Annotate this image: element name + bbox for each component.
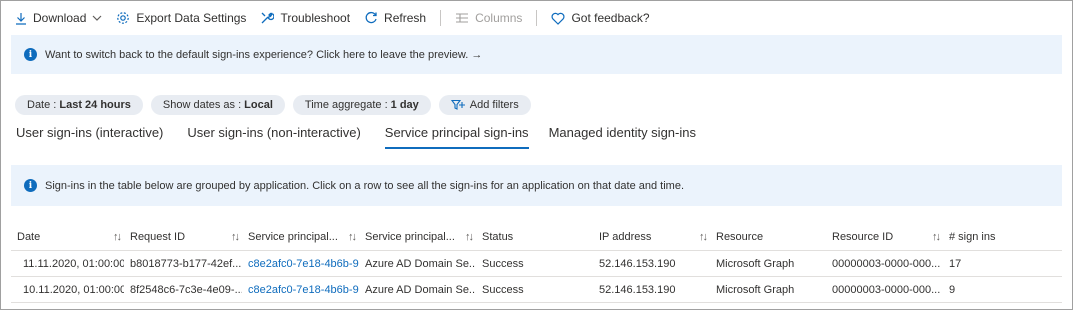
date-filter-value: Last 24 hours — [59, 99, 131, 111]
column-header-label: Service principal... — [248, 230, 338, 243]
troubleshoot-label: Troubleshoot — [280, 11, 351, 25]
show-dates-label: Show dates as : — [162, 99, 242, 111]
tab-user-non-interactive[interactable]: User sign-ins (non-interactive) — [187, 125, 360, 149]
column-header-status[interactable]: Status — [476, 223, 593, 250]
add-filters-label: Add filters — [469, 99, 519, 111]
export-data-settings-button[interactable]: Export Data Settings — [116, 1, 246, 35]
info-icon: i — [24, 179, 37, 192]
sort-icon[interactable]: ↑↓ — [113, 231, 122, 243]
column-header-label: # sign ins — [949, 230, 996, 243]
got-feedback-label: Got feedback? — [571, 11, 650, 25]
refresh-button[interactable]: Refresh — [364, 1, 426, 35]
column-header-resource-id[interactable]: Resource ID ↑↓ — [826, 223, 943, 250]
column-header-label: Status — [482, 230, 514, 243]
tab-managed-identity[interactable]: Managed identity sign-ins — [549, 125, 696, 149]
download-button[interactable]: Download — [15, 1, 102, 35]
toolbar-divider — [440, 10, 442, 26]
sort-icon[interactable]: ↑↓ — [699, 231, 708, 243]
date-filter-label: Date : — [27, 99, 57, 111]
column-header-label: IP address — [599, 230, 652, 243]
time-aggregate-filter-pill[interactable]: Time aggregate : 1 day — [292, 95, 431, 115]
service-principal-name-cell: Azure AD Domain Se... — [365, 283, 476, 296]
time-aggregate-label: Time aggregate : — [304, 99, 388, 111]
ip-address-cell: 52.146.153.190 — [599, 257, 676, 270]
resource-cell: Microsoft Graph — [716, 283, 795, 296]
date-value: 10.11.2020, 01:00:00 — [23, 283, 124, 296]
column-header-request-id[interactable]: Request ID ↑↓ — [124, 223, 242, 250]
sign-ins-page: Download Export Data Settings Troublesho… — [0, 0, 1073, 310]
date-filter-pill[interactable]: Date : Last 24 hours — [15, 95, 143, 115]
column-header-service-principal-name[interactable]: Service principal... ↑↓ — [359, 223, 476, 250]
toolbar-divider — [536, 10, 538, 26]
date-value: 11.11.2020, 01:00:00 — [23, 257, 124, 270]
info-icon: i — [24, 48, 37, 61]
column-header-service-principal-id[interactable]: Service principal... ↑↓ — [242, 223, 359, 250]
show-dates-filter-pill[interactable]: Show dates as : Local — [150, 95, 285, 115]
grouped-info-banner: i Sign-ins in the table below are groupe… — [11, 165, 1062, 206]
sign-ins-count-cell: 9 — [949, 283, 956, 296]
heart-icon — [551, 12, 565, 25]
time-aggregate-value: 1 day — [390, 99, 419, 111]
columns-button[interactable]: Columns — [455, 1, 522, 35]
ip-address-cell: 52.146.153.190 — [599, 283, 676, 296]
refresh-label: Refresh — [384, 11, 427, 25]
chevron-down-icon — [92, 15, 102, 21]
column-header-sign-ins-count[interactable]: # sign ins — [943, 223, 1062, 250]
column-header-label: Resource ID — [832, 230, 894, 243]
wrench-icon — [261, 12, 275, 24]
refresh-icon — [365, 11, 377, 24]
filter-bar: Date : Last 24 hours Show dates as : Loc… — [15, 95, 539, 115]
status-cell: Success — [482, 283, 524, 296]
column-header-ip-address[interactable]: IP address ↑↓ — [593, 223, 710, 250]
request-id-cell: b8018773-b177-42ef... — [130, 257, 242, 270]
sign-ins-table: Date ↑↓ Request ID ↑↓ Service principal.… — [11, 223, 1062, 303]
sign-in-type-tabs: User sign-ins (interactive) User sign-in… — [16, 125, 720, 149]
tab-user-interactive[interactable]: User sign-ins (interactive) — [16, 125, 163, 149]
command-bar: Download Export Data Settings Troublesho… — [1, 1, 1072, 35]
gear-icon — [117, 12, 130, 24]
grouped-info-text: Sign-ins in the table below are grouped … — [45, 179, 684, 192]
troubleshoot-button[interactable]: Troubleshoot — [260, 1, 350, 35]
table-row[interactable]: 10.11.2020, 01:00:00 8f2548c6-7c3e-4e09-… — [11, 277, 1062, 303]
column-header-label: Request ID — [130, 230, 186, 243]
sort-icon[interactable]: ↑↓ — [348, 231, 357, 243]
export-data-settings-label: Export Data Settings — [136, 11, 247, 25]
sort-icon[interactable]: ↑↓ — [932, 231, 941, 243]
columns-icon — [456, 13, 469, 23]
service-principal-name-cell: Azure AD Domain Se... — [365, 257, 476, 270]
columns-label: Columns — [475, 11, 523, 25]
preview-banner[interactable]: i Want to switch back to the default sig… — [11, 35, 1062, 74]
resource-id-cell: 00000003-0000-000... — [832, 283, 941, 296]
tab-service-principal[interactable]: Service principal sign-ins — [384, 125, 529, 149]
column-header-label: Service principal... — [365, 230, 455, 243]
preview-banner-text: Want to switch back to the default sign-… — [45, 48, 483, 61]
service-principal-id-link[interactable]: c8e2afc0-7e18-4b6b-9 — [242, 251, 359, 276]
resource-cell: Microsoft Graph — [716, 257, 795, 270]
download-label: Download — [33, 11, 87, 25]
resource-id-cell: 00000003-0000-000... — [832, 257, 941, 270]
column-header-resource[interactable]: Resource — [710, 223, 826, 250]
column-header-date[interactable]: Date ↑↓ — [11, 223, 124, 250]
sort-icon[interactable]: ↑↓ — [465, 231, 474, 243]
table-header: Date ↑↓ Request ID ↑↓ Service principal.… — [11, 223, 1062, 251]
add-filter-icon — [450, 99, 465, 110]
sign-ins-count-cell: 17 — [949, 257, 962, 270]
status-cell: Success — [482, 257, 524, 270]
table-row[interactable]: 11.11.2020, 01:00:00 b8018773-b177-42ef.… — [11, 251, 1062, 277]
column-header-label: Date — [17, 230, 41, 243]
service-principal-id-link[interactable]: c8e2afc0-7e18-4b6b-9 — [242, 277, 359, 302]
column-header-label: Resource — [716, 230, 764, 243]
sort-icon[interactable]: ↑↓ — [231, 231, 240, 243]
add-filters-button[interactable]: Add filters — [438, 95, 531, 115]
date-cell: 11.11.2020, 01:00:00 — [11, 251, 124, 276]
date-cell: 10.11.2020, 01:00:00 — [11, 277, 124, 302]
request-id-cell: 8f2548c6-7c3e-4e09-... — [130, 283, 242, 296]
show-dates-value: Local — [244, 99, 273, 111]
got-feedback-button[interactable]: Got feedback? — [551, 1, 650, 35]
download-icon — [16, 12, 26, 25]
